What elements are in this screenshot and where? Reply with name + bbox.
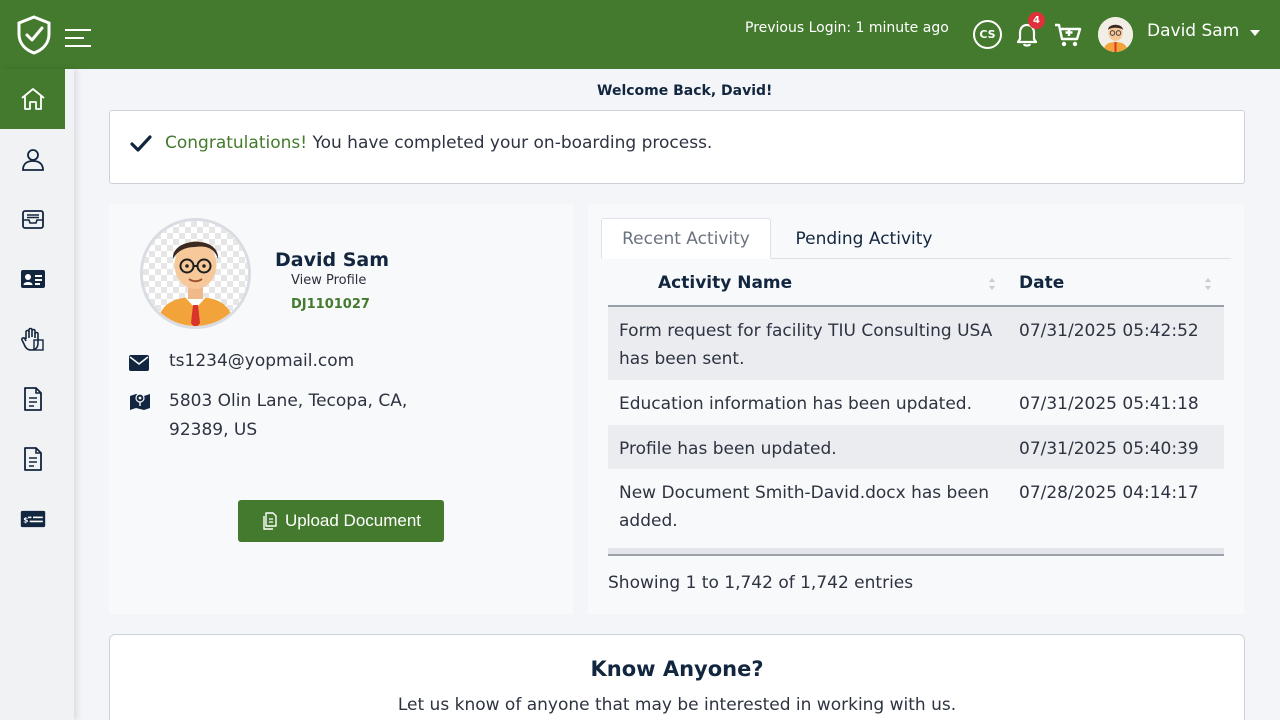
activity-name-cell: Education information has been updated. [619,394,972,414]
activity-card: Recent Activity Pending Activity Activit… [588,204,1244,614]
know-anyone-card: Know Anyone? Let us know of anyone that … [109,634,1245,720]
sidebar: $ [0,69,74,720]
mail-icon [129,355,149,371]
activity-name-cell: Form request for facility TIU Consulting… [619,321,993,369]
profile-email: ts1234@yopmail.com [169,351,355,371]
activity-table: Activity Name Date Form request for faci… [608,259,1224,543]
sidebar-item-id-card[interactable] [0,249,65,309]
cs-icon[interactable]: CS [973,20,1002,49]
sort-icon[interactable] [988,275,996,293]
table-entries-info: Showing 1 to 1,742 of 1,742 entries [608,573,914,593]
column-header-date[interactable]: Date [1019,273,1064,293]
tab-pending-activity[interactable]: Pending Activity [779,218,949,259]
know-anyone-title: Know Anyone? [590,657,764,681]
activity-date-cell: 07/31/2025 05:40:39 [1019,439,1199,459]
sidebar-item-home[interactable] [0,69,65,129]
sidebar-item-forms[interactable] [0,429,65,489]
activity-date-cell: 07/31/2025 05:42:52 [1019,321,1199,341]
profile-id: DJ1101027 [291,297,370,312]
user-icon [21,149,44,171]
table-row[interactable]: Profile has been updated. 07/31/2025 05:… [608,425,1224,469]
onboarding-alert: Congratulations! You have completed your… [109,110,1245,184]
table-row[interactable]: New Document Smith-David.docx has been a… [608,469,1224,543]
activity-date-cell: 07/28/2025 04:14:17 [1019,483,1199,503]
hand-icon [20,327,44,351]
profile-address: 5803 Olin Lane, Tecopa, CA, 92389, US [169,391,408,440]
sidebar-item-profile[interactable] [0,129,65,189]
document-icon [23,387,42,411]
profile-card: David Sam View Profile DJ1101027 ts1234@… [109,204,573,614]
svg-text:$: $ [23,515,28,524]
alert-message: Congratulations! You have completed your… [165,133,712,153]
tab-recent-activity[interactable]: Recent Activity [601,218,771,259]
sidebar-item-inbox[interactable] [0,189,65,249]
alert-body: You have completed your on-boarding proc… [307,133,713,153]
home-icon [20,88,45,110]
upload-document-button[interactable]: Upload Document [238,500,444,542]
table-row[interactable]: Form request for facility TIU Consulting… [608,307,1224,380]
upload-document-label: Upload Document [284,511,422,530]
cart-icon[interactable] [1054,22,1082,48]
know-anyone-subtitle: Let us know of anyone that may be intere… [397,695,957,715]
view-profile-link[interactable]: View Profile [291,273,366,288]
activity-date-cell: 07/31/2025 05:41:18 [1019,394,1199,414]
activity-tabs: Recent Activity Pending Activity [601,218,1231,259]
payment-card-icon: $ [20,510,45,528]
sidebar-item-hand[interactable] [0,309,65,369]
chevron-down-icon[interactable] [1250,30,1260,36]
shield-check-logo-icon[interactable] [16,15,52,55]
sidebar-item-documents[interactable] [0,369,65,429]
top-bar: Previous Login: 1 minute ago CS 4 David … [0,0,1280,69]
sidebar-item-payments[interactable]: $ [0,489,65,549]
inbox-icon [21,210,44,229]
previous-login-text: Previous Login: 1 minute ago [745,20,949,36]
notification-badge: 4 [1028,12,1045,29]
profile-avatar [140,218,251,329]
table-header: Activity Name Date [608,259,1224,307]
profile-name: David Sam [275,249,390,271]
document-copy-icon [263,512,277,530]
document-icon [23,447,42,471]
activity-name-cell: Profile has been updated. [619,439,837,459]
column-header-activity-name[interactable]: Activity Name [658,273,792,293]
sort-icon[interactable] [1204,275,1212,293]
id-card-icon [20,270,45,288]
menu-icon[interactable] [65,28,93,48]
table-footer-divider [608,548,1224,556]
alert-highlight: Congratulations! [165,133,308,153]
check-icon [130,135,152,152]
activity-name-cell: New Document Smith-David.docx has been a… [619,483,990,531]
user-avatar[interactable] [1098,17,1133,52]
table-row[interactable]: Education information has been updated. … [608,380,1224,425]
header-user-name[interactable]: David Sam [1147,21,1239,41]
map-icon [130,393,150,410]
welcome-heading: Welcome Back, David! [597,83,773,99]
